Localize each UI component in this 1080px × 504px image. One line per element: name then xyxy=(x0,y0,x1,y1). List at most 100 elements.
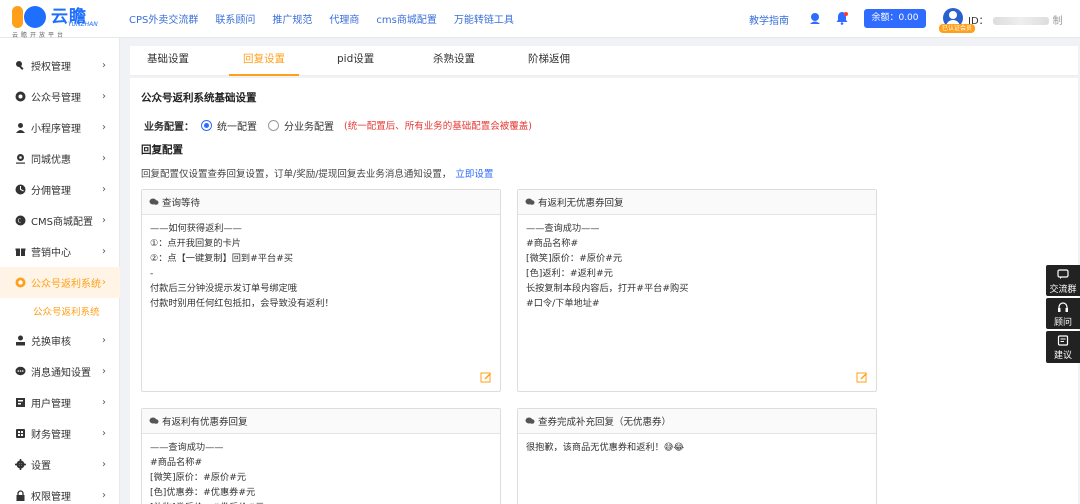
feedback-icon xyxy=(1057,335,1069,346)
sidebar-item-6[interactable]: C CMS商城配置 › xyxy=(0,205,120,236)
help-guide-link[interactable]: 教学指南 xyxy=(749,12,789,27)
card-header: 有返利有优惠券回复 xyxy=(142,409,500,434)
gift-icon xyxy=(15,248,26,256)
chevron-right-icon: › xyxy=(102,153,106,164)
chat-icon xyxy=(149,198,159,205)
sidebar-item-label: 营销中心 xyxy=(31,248,71,259)
tab-tier-commission[interactable]: 阶梯返佣 xyxy=(527,46,571,76)
section-title: 公众号返利系统基础设置 xyxy=(141,92,257,104)
card-title: 查券完成补充回复（无优惠券） xyxy=(538,417,672,428)
chevron-right-icon: › xyxy=(102,184,106,195)
sidebar-item-label: 授权管理 xyxy=(31,62,71,73)
sidebar-item-label: 权限管理 xyxy=(31,492,71,503)
chevron-right-icon: › xyxy=(102,490,106,501)
sidebar-item-5[interactable]: 分佣管理 › xyxy=(0,174,120,205)
balance-button[interactable]: 余额：0.00 xyxy=(864,9,926,28)
card-header: 查券完成补充回复（无优惠券） xyxy=(518,409,876,434)
chevron-right-icon: › xyxy=(102,246,106,257)
nav-link-cms-config[interactable]: cms商城配置 xyxy=(376,11,436,26)
chevron-right-icon: › xyxy=(102,277,106,288)
chevron-right-icon: › xyxy=(102,366,106,377)
radio-unified-config[interactable] xyxy=(201,119,212,131)
sidebar-item-label: 小程序管理 xyxy=(31,124,81,135)
nav-link-link-tool[interactable]: 万能转链工具 xyxy=(454,11,514,26)
nav-link-promo-rules[interactable]: 推广规范 xyxy=(272,11,312,26)
logo[interactable]: 云瞻 YUNZHAN 云瞻开放平台 xyxy=(10,2,110,39)
reply-card-rebate-no-coupon: 有返利无优惠券回复 ——查询成功—— #商品名称# [微笑]原价：#原价#元 [… xyxy=(517,189,877,392)
float-exchange-group[interactable]: 交流群 xyxy=(1046,265,1080,296)
main-content: 公众号返利系统基础设置 业务配置： 统一配置 分业务配置 (统一配置后、所有业务… xyxy=(130,78,1078,504)
chevron-right-icon: › xyxy=(102,335,106,346)
tab-kill-familiar-settings[interactable]: 杀熟设置 xyxy=(432,46,476,76)
sidebar-item-8[interactable]: 公众号返利系统 › xyxy=(0,267,120,298)
svg-text:C: C xyxy=(18,218,22,224)
tab-pid-settings[interactable]: pid设置 xyxy=(337,46,374,76)
float-label: 建议 xyxy=(1053,351,1072,361)
chat-icon xyxy=(525,417,535,424)
card-body-editable[interactable]: 很抱歉，该商品无优惠券和返利！😅😂 xyxy=(518,434,876,461)
message-icon xyxy=(15,366,26,376)
reply-card-waiting: 查询等待 ——如何获得返利—— ①：点开我回复的卡片 ②：点【一键复制】回到#平… xyxy=(141,189,501,392)
user-id[interactable]: ID： 制 xyxy=(968,12,1063,27)
tab-basic-settings[interactable]: 基础设置 xyxy=(146,46,190,76)
logo-mark-blue xyxy=(24,6,46,28)
sidebar-item-label: 用户管理 xyxy=(31,399,71,410)
chevron-right-icon: › xyxy=(102,91,106,102)
sidebar-item-label: 设置 xyxy=(31,461,51,472)
sidebar-item-14[interactable]: 权限管理 › xyxy=(0,480,120,504)
sidebar-item-12[interactable]: 财务管理 › xyxy=(0,418,120,449)
sidebar-item-10[interactable]: 消息通知设置 › xyxy=(0,356,120,387)
radio-per-business-label[interactable]: 分业务配置 xyxy=(284,118,334,133)
card-body-editable[interactable]: ——如何获得返利—— ①：点开我回复的卡片 ②：点【一键复制】回到#平台#买 -… xyxy=(142,215,500,317)
business-mode-row: 业务配置： 统一配置 分业务配置 (统一配置后、所有业务的基础配置会被覆盖) xyxy=(144,117,532,133)
edit-icon[interactable] xyxy=(480,371,492,383)
sidebar-item-3[interactable]: 小程序管理 › xyxy=(0,112,120,143)
sidebar-item-label: 财务管理 xyxy=(31,430,71,441)
sidebar-item-7[interactable]: 营销中心 › xyxy=(0,236,120,267)
card-title: 有返利无优惠券回复 xyxy=(538,198,624,209)
card-title: 有返利有优惠券回复 xyxy=(162,417,248,428)
radio-unified-label[interactable]: 统一配置 xyxy=(217,118,257,133)
nav-link-agent[interactable]: 代理商 xyxy=(329,11,359,26)
float-suggestion[interactable]: 建议 xyxy=(1046,331,1080,363)
sidebar-item-1[interactable]: 授权管理 › xyxy=(0,50,120,81)
reply-desc-text: 回复配置仅设置查券回复设置，订单/奖励/提现回复去业务消息通知设置， xyxy=(141,169,452,180)
chat-icon xyxy=(525,198,535,205)
location-icon xyxy=(16,154,25,164)
sidebar-item-11[interactable]: 用户管理 › xyxy=(0,387,120,418)
sidebar-item-label: 兑换审核 xyxy=(31,337,71,348)
chevron-right-icon: › xyxy=(102,60,106,71)
set-now-link[interactable]: 立即设置 xyxy=(455,169,493,180)
sidebar-subitem-rebate-system[interactable]: 公众号返利系统 xyxy=(0,296,120,324)
sidebar-item-9[interactable]: 兑换审核 › xyxy=(0,325,120,356)
chat-icon xyxy=(149,417,159,424)
bell-icon[interactable] xyxy=(835,11,849,25)
card-title: 查询等待 xyxy=(162,198,201,209)
float-consultant[interactable]: 顾问 xyxy=(1046,298,1080,329)
edit-icon[interactable] xyxy=(856,371,868,383)
reply-config-title: 回复配置 xyxy=(141,144,183,156)
sidebar: 授权管理 › 公众号管理 › 小程序管理 › 同城优惠 › 分佣管理 › C CMS商城配置 › 营销中心… xyxy=(0,38,120,504)
reply-card-rebate-with-coupon: 有返利有优惠券回复 ——查询成功—— #商品名称# [微笑]原价：#原价#元 [… xyxy=(141,408,501,504)
card-body-editable[interactable]: ——查询成功—— #商品名称# [微笑]原价：#原价#元 [色]返利：#返利#元… xyxy=(518,215,876,317)
sidebar-item-label: 公众号返利系统 xyxy=(31,279,101,290)
card-body-editable[interactable]: ——查询成功—— #商品名称# [微笑]原价：#原价#元 [色]优惠券：#优惠券… xyxy=(142,434,500,504)
chevron-right-icon: › xyxy=(102,428,106,439)
rebate-icon xyxy=(15,277,26,288)
tab-reply-settings[interactable]: 回复设置 xyxy=(229,46,299,76)
sidebar-item-label: 消息通知设置 xyxy=(31,368,91,379)
reply-config-desc: 回复配置仅设置查券回复设置，订单/奖励/提现回复去业务消息通知设置， 立即设置 xyxy=(141,166,493,180)
gear-icon xyxy=(15,459,26,470)
sidebar-item-13[interactable]: 设置 › xyxy=(0,449,120,480)
nav-link-contact[interactable]: 联系顾问 xyxy=(215,11,255,26)
support-icon[interactable] xyxy=(808,11,822,25)
sidebar-item-4[interactable]: 同城优惠 › xyxy=(0,143,120,174)
radio-per-business-config[interactable] xyxy=(268,119,279,131)
float-label: 顾问 xyxy=(1053,318,1072,328)
sidebar-item-2[interactable]: 公众号管理 › xyxy=(0,81,120,112)
miniapp-icon xyxy=(16,123,25,133)
chevron-right-icon: › xyxy=(102,459,106,470)
nav-link-cps-group[interactable]: CPS外卖交流群 xyxy=(129,11,198,26)
mode-warning: (统一配置后、所有业务的基础配置会被覆盖) xyxy=(344,121,532,132)
logo-mark-orange xyxy=(12,6,23,28)
